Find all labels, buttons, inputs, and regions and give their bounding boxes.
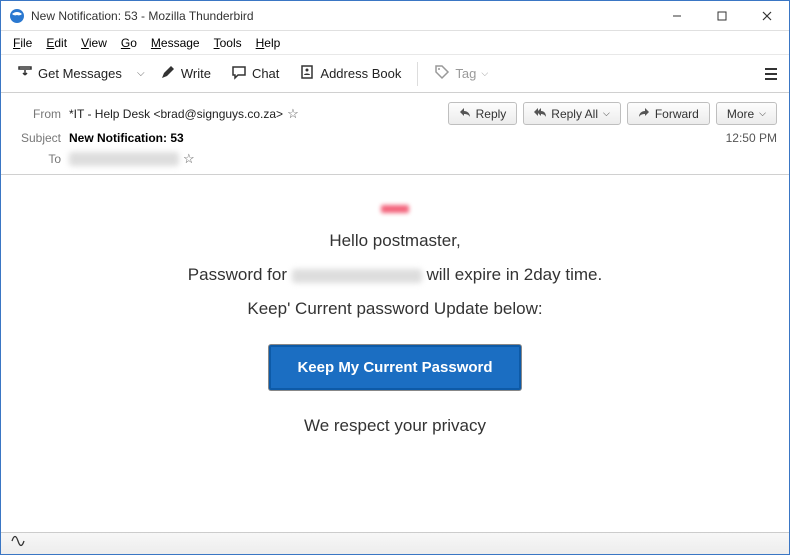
greeting-text: Hello postmaster, — [21, 231, 769, 251]
reply-all-icon — [534, 106, 546, 121]
statusbar — [1, 532, 789, 554]
tag-label: Tag — [455, 66, 476, 81]
message-body: Hello postmaster, Password for will expi… — [1, 175, 789, 532]
reply-all-button[interactable]: Reply All ⌵ — [523, 102, 621, 125]
address-book-icon — [299, 64, 315, 83]
star-icon[interactable]: ☆ — [183, 151, 195, 167]
keep-password-button[interactable]: Keep My Current Password — [269, 345, 520, 390]
privacy-text: We respect your privacy — [21, 416, 769, 436]
to-label: To — [13, 152, 61, 166]
star-icon[interactable]: ☆ — [287, 106, 299, 122]
get-messages-button[interactable]: Get Messages — [9, 60, 130, 87]
redacted-account — [292, 269, 422, 283]
menu-tools[interactable]: Tools — [208, 34, 248, 52]
menu-view[interactable]: View — [75, 34, 113, 52]
chat-label: Chat — [252, 66, 279, 81]
from-value[interactable]: *IT - Help Desk <brad@signguys.co.za> — [69, 107, 283, 121]
reply-icon — [459, 106, 471, 121]
menu-message[interactable]: Message — [145, 34, 206, 52]
toolbar: Get Messages ⌵ Write Chat Address Book T… — [1, 55, 789, 93]
forward-button[interactable]: Forward — [627, 102, 710, 125]
menu-edit[interactable]: Edit — [40, 34, 73, 52]
decorative-bar — [381, 205, 409, 213]
toolbar-separator — [417, 62, 418, 86]
maximize-button[interactable] — [699, 1, 744, 31]
chat-button[interactable]: Chat — [223, 60, 287, 87]
more-button[interactable]: More ⌵ — [716, 102, 777, 125]
expiry-text: Password for will expire in 2day time. — [21, 265, 769, 285]
subject-label: Subject — [13, 131, 61, 145]
write-button[interactable]: Write — [152, 60, 219, 87]
tag-icon — [434, 64, 450, 83]
menu-help[interactable]: Help — [250, 34, 287, 52]
get-messages-label: Get Messages — [38, 66, 122, 81]
address-book-button[interactable]: Address Book — [291, 60, 409, 87]
menubar: File Edit View Go Message Tools Help — [1, 31, 789, 55]
write-label: Write — [181, 66, 211, 81]
menu-file[interactable]: File — [7, 34, 38, 52]
titlebar: New Notification: 53 - Mozilla Thunderbi… — [1, 1, 789, 31]
pencil-icon — [160, 64, 176, 83]
message-time: 12:50 PM — [726, 131, 777, 145]
app-menu-button[interactable] — [761, 64, 781, 84]
address-book-label: Address Book — [320, 66, 401, 81]
menu-go[interactable]: Go — [115, 34, 143, 52]
forward-icon — [638, 106, 650, 121]
message-headers: From *IT - Help Desk <brad@signguys.co.z… — [1, 93, 789, 175]
download-icon — [17, 64, 33, 83]
from-label: From — [13, 107, 61, 121]
to-value[interactable] — [69, 152, 179, 166]
activity-icon — [11, 534, 25, 553]
reply-button[interactable]: Reply — [448, 102, 518, 125]
get-messages-dropdown[interactable]: ⌵ — [134, 68, 148, 79]
tag-button[interactable]: Tag ⌵ — [426, 60, 496, 87]
instruction-text: Keep' Current password Update below: — [21, 299, 769, 319]
subject-value: New Notification: 53 — [69, 131, 184, 145]
chat-icon — [231, 64, 247, 83]
minimize-button[interactable] — [654, 1, 699, 31]
thunderbird-icon — [9, 8, 25, 24]
window-title: New Notification: 53 - Mozilla Thunderbi… — [31, 9, 654, 23]
close-button[interactable] — [744, 1, 789, 31]
